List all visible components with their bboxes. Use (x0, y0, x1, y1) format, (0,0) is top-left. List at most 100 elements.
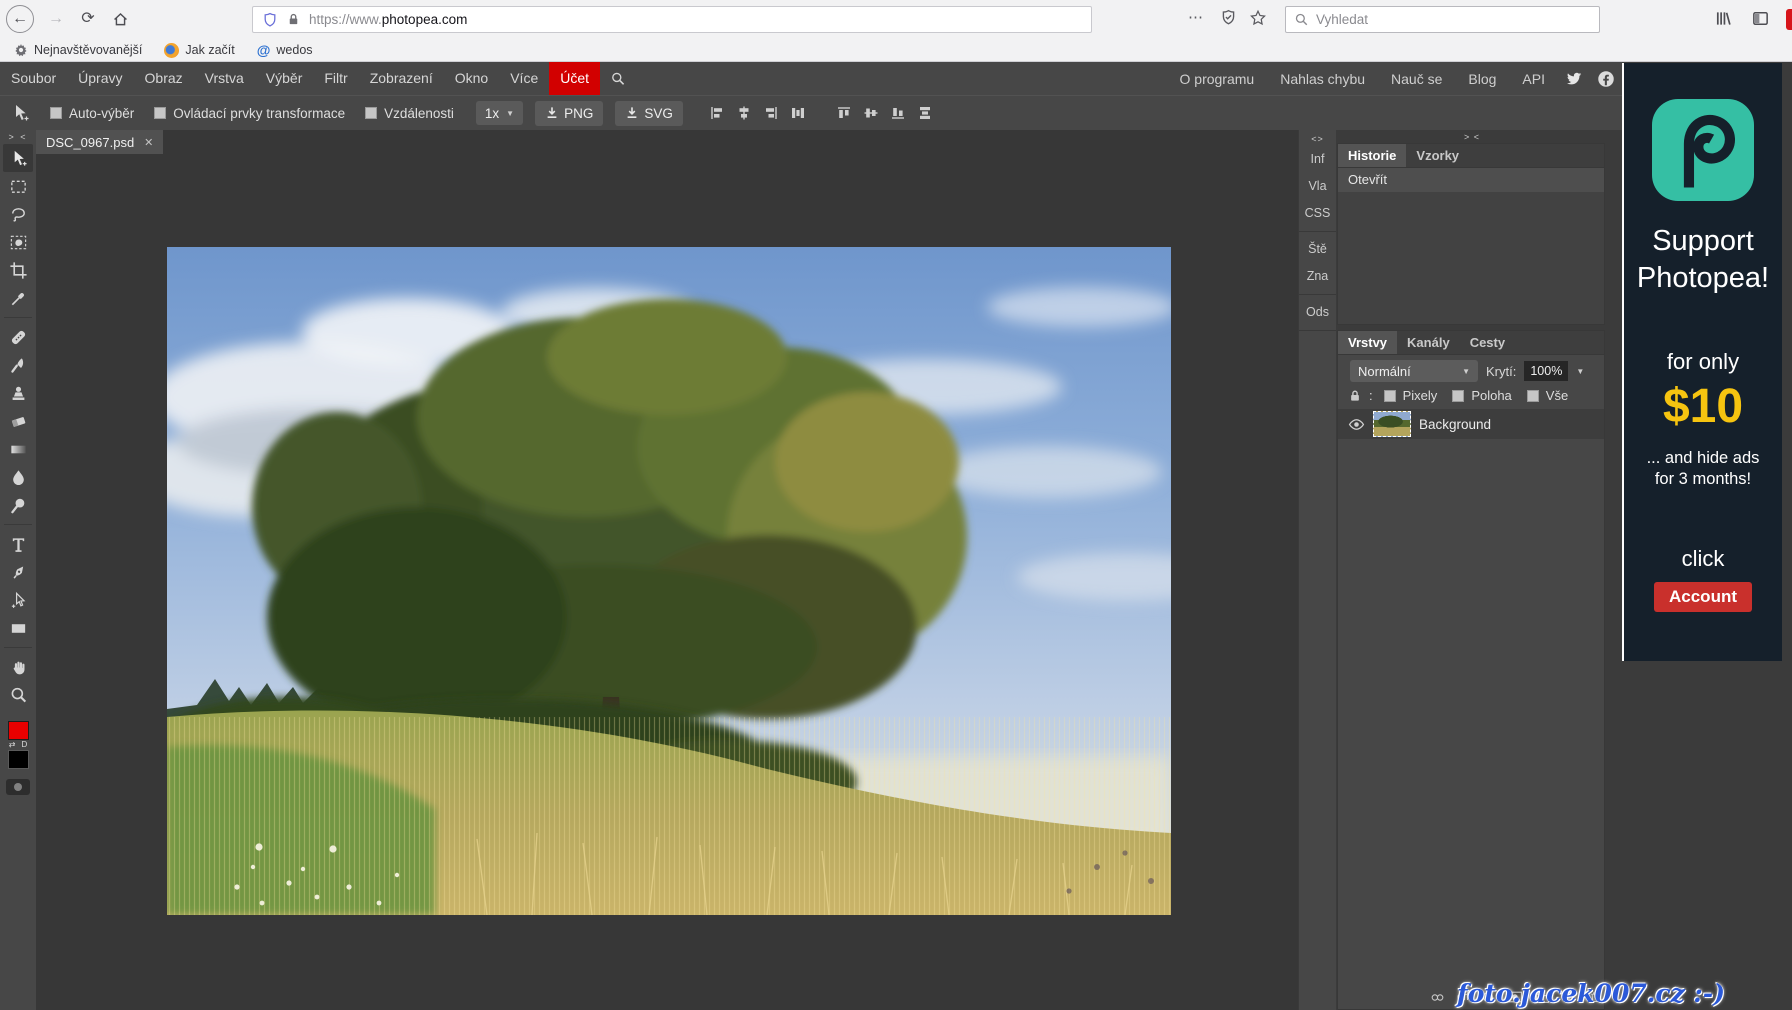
foreground-color-swatch[interactable] (8, 721, 29, 740)
tab-stetec[interactable]: Ště (1308, 236, 1327, 263)
search-input[interactable] (1316, 12, 1556, 27)
protections-shield-button[interactable] (1220, 9, 1237, 26)
tab-css[interactable]: CSS (1305, 200, 1331, 227)
menu-upravy[interactable]: Úpravy (67, 62, 133, 95)
back-button[interactable]: ← (6, 5, 34, 33)
eraser-tool[interactable] (3, 407, 33, 435)
shape-tool[interactable] (3, 614, 33, 642)
marquee-tool[interactable] (3, 172, 33, 200)
tab-cesty[interactable]: Cesty (1460, 331, 1515, 354)
bookmark-most-visited[interactable]: Nejnavštěvovanější (14, 43, 142, 57)
menu-obraz[interactable]: Obraz (134, 62, 194, 95)
tab-odstavec[interactable]: Ods (1306, 299, 1329, 326)
page-actions-button[interactable]: ⋯ (1188, 8, 1204, 26)
tab-kanaly[interactable]: Kanály (1397, 331, 1460, 354)
blend-mode-select[interactable]: Normální ▼ (1350, 360, 1478, 382)
distribute-h-icon[interactable] (790, 105, 806, 121)
history-item-open[interactable]: Otevřít (1338, 168, 1604, 192)
align-right-icon[interactable] (763, 105, 779, 121)
quick-mask-button[interactable] (6, 779, 30, 795)
library-button[interactable] (1714, 9, 1733, 28)
tab-info[interactable]: Inf (1311, 146, 1325, 173)
zoom-tool[interactable] (3, 681, 33, 709)
distribute-v-icon[interactable] (917, 105, 933, 121)
home-button[interactable] (106, 5, 134, 33)
sidebar-toggle-button[interactable] (1751, 9, 1770, 28)
type-tool[interactable] (3, 530, 33, 558)
swatch-controls[interactable]: ⇄D (9, 740, 27, 750)
link-layers-icon[interactable] (1430, 991, 1445, 1004)
reload-button[interactable]: ⟳ (74, 5, 102, 33)
menu-okno[interactable]: Okno (444, 62, 499, 95)
menu-vrstva[interactable]: Vrstva (194, 62, 255, 95)
opacity-dropdown-icon[interactable]: ▼ (1576, 367, 1584, 376)
default-colors-icon[interactable]: D (21, 740, 27, 750)
menu-o-programu[interactable]: O programu (1167, 71, 1268, 87)
layer-row-background[interactable]: Background (1338, 409, 1604, 439)
menu-blog[interactable]: Blog (1455, 71, 1509, 87)
tab-vzorky[interactable]: Vzorky (1406, 144, 1469, 167)
menu-ucet[interactable]: Účet (549, 62, 600, 95)
account-button[interactable]: Account (1654, 582, 1752, 612)
menu-vice[interactable]: Více (499, 62, 549, 95)
facebook-link[interactable] (1597, 70, 1615, 88)
brush-tool[interactable] (3, 351, 33, 379)
clone-stamp-tool[interactable] (3, 379, 33, 407)
healing-brush-tool[interactable] (3, 323, 33, 351)
menu-search-button[interactable] (600, 62, 636, 95)
zoom-select[interactable]: 1x ▼ (476, 101, 523, 125)
tab-vrstvy[interactable]: Vrstvy (1338, 331, 1397, 354)
background-color-swatch[interactable] (8, 750, 29, 769)
pen-tool[interactable] (3, 558, 33, 586)
forward-button[interactable]: → (42, 5, 70, 33)
align-middle-icon[interactable] (863, 105, 879, 121)
distances-checkbox[interactable]: Vzdálenosti (365, 106, 454, 121)
object-selection-tool[interactable] (3, 228, 33, 256)
lock-position-checkbox[interactable]: Poloha (1452, 388, 1511, 403)
gradient-tool[interactable] (3, 435, 33, 463)
menu-nahlas-chybu[interactable]: Nahlas chybu (1267, 71, 1378, 87)
align-center-h-icon[interactable] (736, 105, 752, 121)
align-top-icon[interactable] (836, 105, 852, 121)
panels-collapse-button[interactable]: > < (1464, 132, 1480, 142)
align-bottom-icon[interactable] (890, 105, 906, 121)
blur-tool[interactable] (3, 463, 33, 491)
export-svg-button[interactable]: SVG (615, 101, 683, 126)
lock-all-checkbox[interactable]: Vše (1527, 388, 1568, 403)
url-bar[interactable]: https://www.photopea.com (252, 6, 1092, 33)
bookmark-star-button[interactable] (1249, 9, 1267, 27)
support-ad[interactable]: Support Photopea! for only $10 ... and h… (1622, 63, 1782, 661)
visibility-eye-icon[interactable] (1348, 416, 1365, 433)
tab-historie[interactable]: Historie (1338, 144, 1406, 167)
hand-tool[interactable] (3, 653, 33, 681)
menu-filtr[interactable]: Filtr (313, 62, 358, 95)
auto-select-checkbox[interactable]: Auto-výběr (50, 106, 134, 121)
menu-vyber[interactable]: Výběr (255, 62, 314, 95)
toolbar-collapse-button[interactable]: > < (8, 130, 27, 144)
move-tool[interactable] (3, 144, 33, 172)
menu-zobrazeni[interactable]: Zobrazení (359, 62, 444, 95)
swap-colors-icon[interactable]: ⇄ (9, 740, 16, 750)
crop-tool[interactable] (3, 256, 33, 284)
lock-pixels-checkbox[interactable]: Pixely (1384, 388, 1438, 403)
bookmark-get-started[interactable]: Jak začít (164, 43, 234, 58)
document-tab[interactable]: DSC_0967.psd ✕ (36, 130, 163, 154)
tab-znaky[interactable]: Zna (1307, 263, 1329, 290)
bookmark-wedos[interactable]: @ wedos (257, 43, 313, 57)
strip-collapse-button[interactable]: <> (1311, 132, 1324, 146)
align-left-icon[interactable] (709, 105, 725, 121)
export-png-button[interactable]: PNG (535, 101, 603, 126)
transform-controls-checkbox[interactable]: Ovládací prvky transformace (154, 106, 345, 121)
browser-search-box[interactable] (1285, 6, 1600, 33)
tab-vlastnosti[interactable]: Vla (1308, 173, 1326, 200)
path-select-tool[interactable] (3, 586, 33, 614)
menu-nauc-se[interactable]: Nauč se (1378, 71, 1455, 87)
opacity-input[interactable]: 100% (1524, 361, 1568, 381)
layer-thumbnail[interactable] (1373, 411, 1411, 437)
photo-document[interactable] (167, 247, 1171, 915)
eyedropper-tool[interactable] (3, 284, 33, 312)
lasso-tool[interactable] (3, 200, 33, 228)
menu-api[interactable]: API (1509, 71, 1558, 87)
close-icon[interactable]: ✕ (144, 136, 153, 149)
twitter-link[interactable] (1565, 70, 1583, 88)
